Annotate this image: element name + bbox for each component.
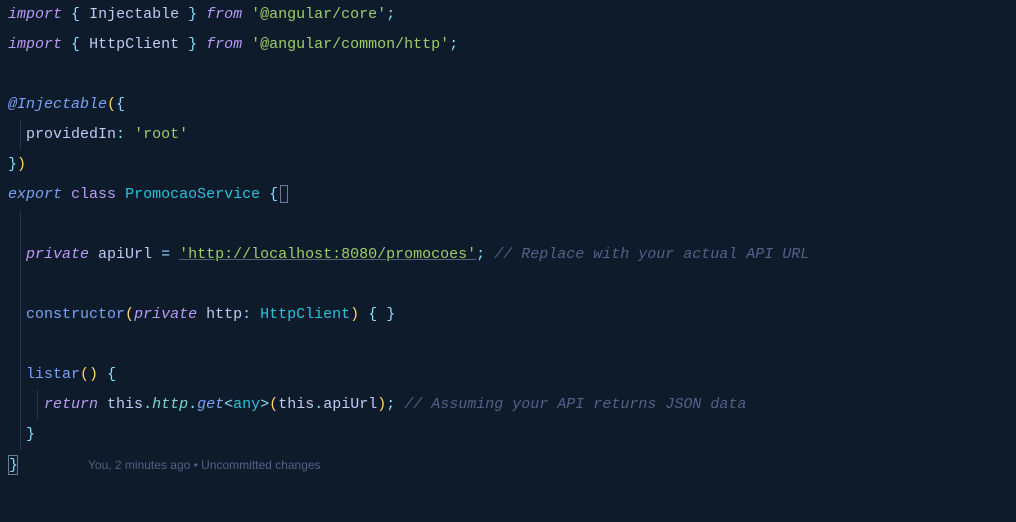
semicolon: ; (386, 396, 395, 413)
class-name: PromocaoService (125, 186, 260, 203)
property-name: apiUrl (98, 246, 152, 263)
code-line[interactable]: import { HttpClient } from '@angular/com… (8, 30, 1008, 60)
paren: ) (350, 306, 359, 323)
keyword-from: from (206, 6, 242, 23)
code-line[interactable]: private apiUrl = 'http://localhost:8080/… (8, 240, 1008, 270)
keyword-class: class (71, 186, 116, 203)
string-literal: 'root' (134, 126, 188, 143)
type-any: any (233, 396, 260, 413)
code-line[interactable]: } (8, 420, 1008, 450)
code-line[interactable] (8, 330, 1008, 360)
brace: { (269, 186, 278, 203)
paren: ) (17, 156, 26, 173)
method-call: get (197, 396, 224, 413)
code-line[interactable]: import { Injectable } from '@angular/cor… (8, 0, 1008, 30)
paren: ( (80, 366, 89, 383)
keyword-private: private (134, 306, 197, 323)
code-line[interactable] (8, 210, 1008, 240)
semicolon: ; (386, 6, 395, 23)
code-line[interactable]: export class PromocaoService { (8, 180, 1008, 210)
keyword-export: export (8, 186, 62, 203)
keyword-private: private (26, 246, 89, 263)
parameter-name: http (206, 306, 242, 323)
identifier: HttpClient (89, 36, 179, 53)
code-line[interactable]: providedIn: 'root' (8, 120, 1008, 150)
dot: . (314, 396, 323, 413)
brace: { (368, 306, 377, 323)
brace: { (116, 96, 125, 113)
code-line[interactable] (8, 270, 1008, 300)
git-blame-annotation[interactable]: You, 2 minutes ago • Uncommitted changes (88, 458, 321, 472)
property-name: providedIn (26, 126, 116, 143)
angle-bracket: > (260, 396, 269, 413)
semicolon: ; (476, 246, 485, 263)
dot: . (143, 396, 152, 413)
equals: = (161, 246, 170, 263)
comment: // Assuming your API returns JSON data (404, 396, 746, 413)
paren: ( (269, 396, 278, 413)
type-name: HttpClient (260, 306, 350, 323)
code-line[interactable]: } You, 2 minutes ago • Uncommitted chang… (8, 450, 1008, 480)
colon: : (242, 306, 251, 323)
paren: ) (89, 366, 98, 383)
constructor-keyword: constructor (26, 306, 125, 323)
brace: } (26, 426, 35, 443)
brace: { (107, 366, 116, 383)
paren: ( (107, 96, 116, 113)
brace: } (188, 36, 197, 53)
code-line[interactable]: listar() { (8, 360, 1008, 390)
property-access: http (152, 396, 188, 413)
paren: ) (377, 396, 386, 413)
keyword-import: import (8, 36, 62, 53)
string-literal: '@angular/common/http' (251, 36, 449, 53)
code-line[interactable]: constructor(private http: HttpClient) { … (8, 300, 1008, 330)
code-line[interactable]: }) (8, 150, 1008, 180)
closing-brace-highlighted: } (8, 455, 18, 475)
string-url[interactable]: 'http://localhost:8080/promocoes' (179, 246, 476, 263)
brace: } (8, 156, 17, 173)
code-line[interactable]: @Injectable({ (8, 90, 1008, 120)
semicolon: ; (449, 36, 458, 53)
decorator-name: Injectable (17, 96, 107, 113)
decorator-at: @ (8, 96, 17, 113)
comment: // Replace with your actual API URL (494, 246, 809, 263)
brace: { (71, 6, 80, 23)
this-keyword: this (107, 396, 143, 413)
identifier: Injectable (89, 6, 179, 23)
dot: . (188, 396, 197, 413)
paren: ( (125, 306, 134, 323)
brace: } (188, 6, 197, 23)
code-line[interactable] (8, 60, 1008, 90)
brace: { (71, 36, 80, 53)
colon: : (116, 126, 125, 143)
angle-bracket: < (224, 396, 233, 413)
keyword-from: from (206, 36, 242, 53)
keyword-import: import (8, 6, 62, 23)
this-keyword: this (278, 396, 314, 413)
code-line[interactable]: return this.http.get<any>(this.apiUrl); … (8, 390, 1008, 420)
brace: } (386, 306, 395, 323)
keyword-return: return (44, 396, 98, 413)
property-access: apiUrl (323, 396, 377, 413)
code-editor[interactable]: import { Injectable } from '@angular/cor… (0, 0, 1016, 480)
method-name: listar (26, 366, 80, 383)
string-literal: '@angular/core' (251, 6, 386, 23)
cursor-icon (280, 185, 288, 203)
